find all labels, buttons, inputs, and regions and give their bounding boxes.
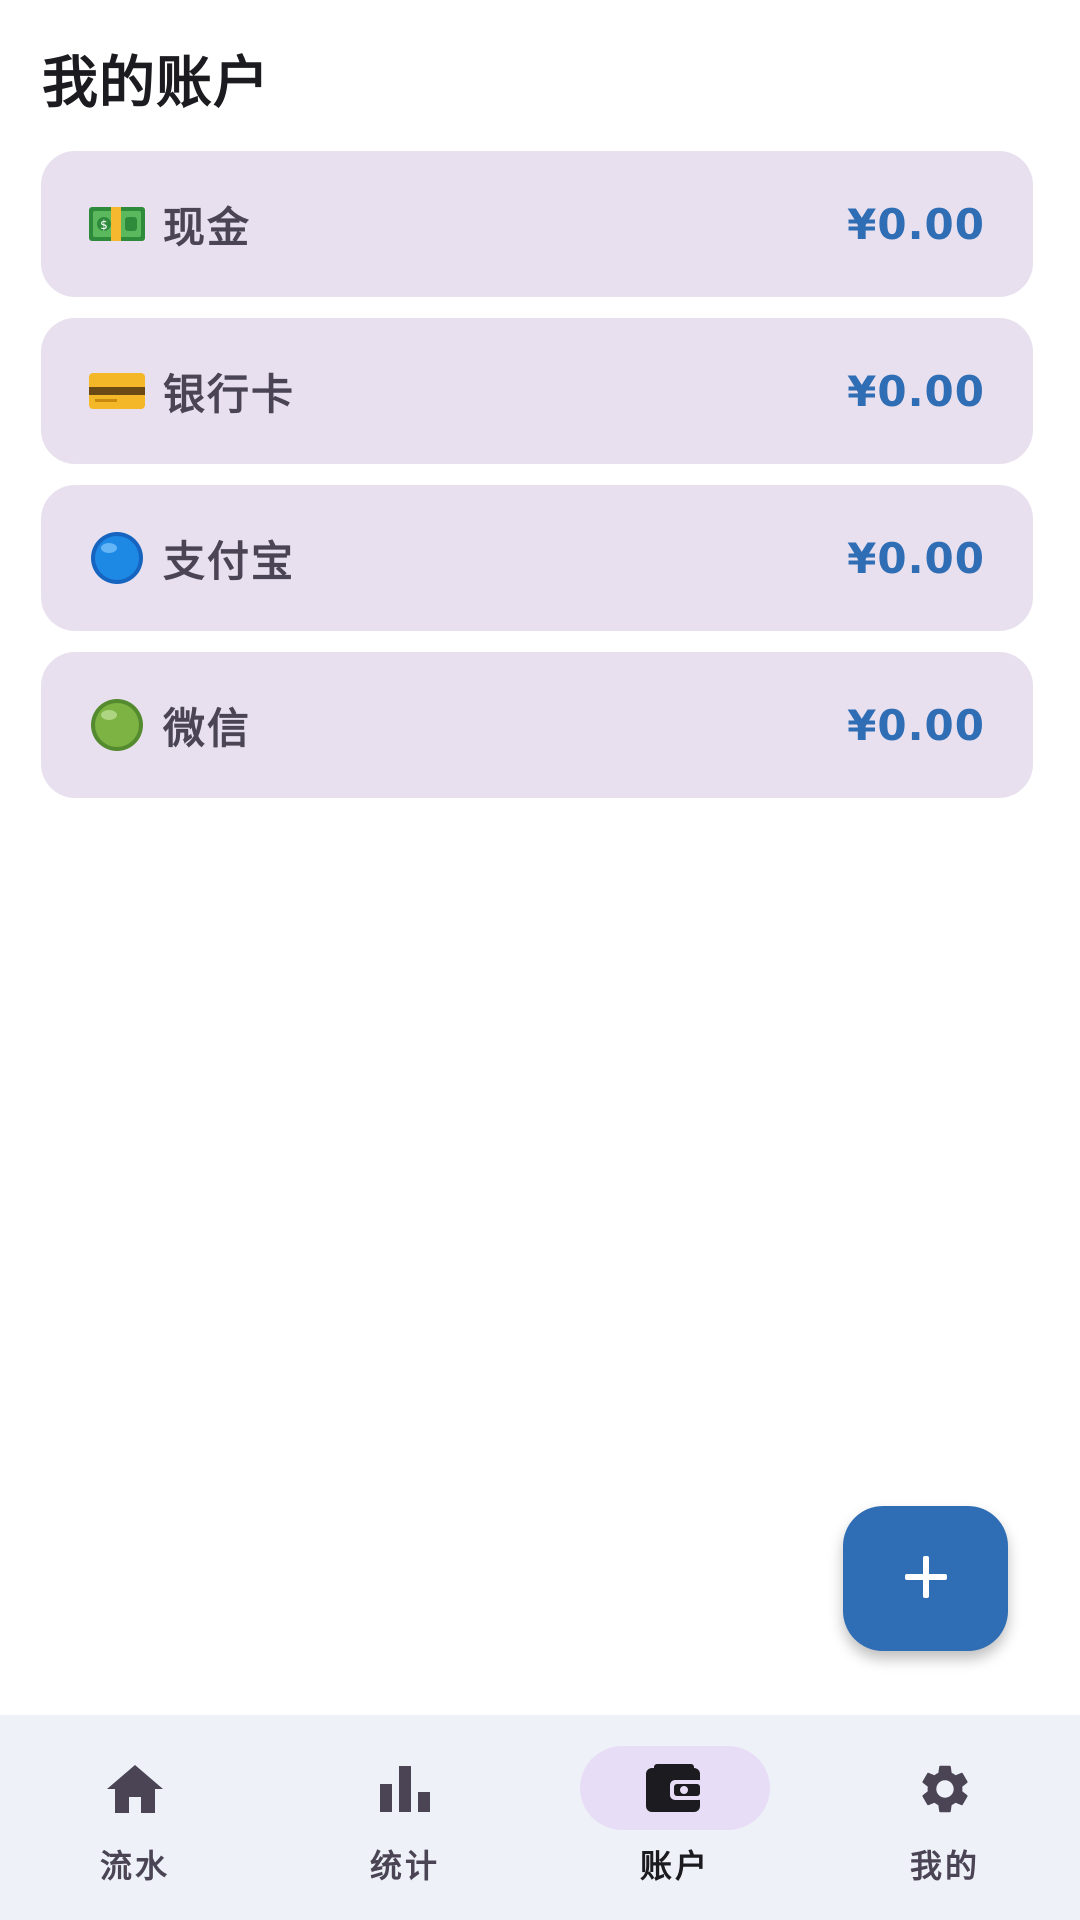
nav-label: 流水 [99, 1847, 170, 1885]
green-circle-icon [89, 697, 145, 753]
bottom-navigation: 流水 统计 账户 我的 [0, 1715, 1080, 1920]
nav-label: 账户 [639, 1847, 710, 1885]
account-card-wechat[interactable]: 微信 ¥0.00 [41, 652, 1033, 798]
account-name: 支付宝 [163, 536, 296, 586]
account-card-bank-card[interactable]: 银行卡 ¥0.00 [41, 318, 1033, 464]
nav-label: 统计 [369, 1847, 440, 1885]
page-title: 我的账户 [42, 51, 270, 116]
nav-item-statistics[interactable]: 统计 [270, 1715, 540, 1920]
account-name: 微信 [163, 703, 252, 753]
add-account-button[interactable] [843, 1506, 1008, 1651]
nav-label: 我的 [909, 1847, 980, 1885]
plus-icon [903, 1554, 949, 1604]
svg-text:$: $ [100, 218, 108, 232]
banknote-icon: $ [89, 196, 145, 252]
credit-card-icon [89, 363, 145, 419]
account-balance: ¥0.00 [847, 366, 985, 416]
nav-item-transactions[interactable]: 流水 [0, 1715, 270, 1920]
account-name: 现金 [163, 202, 252, 252]
gear-icon [915, 1759, 975, 1819]
blue-circle-icon [89, 530, 145, 586]
wallet-icon [645, 1759, 705, 1819]
nav-item-profile[interactable]: 我的 [810, 1715, 1080, 1920]
account-name: 银行卡 [163, 369, 296, 419]
account-balance: ¥0.00 [847, 533, 985, 583]
account-balance: ¥0.00 [847, 700, 985, 750]
account-card-alipay[interactable]: 支付宝 ¥0.00 [41, 485, 1033, 631]
account-balance: ¥0.00 [847, 199, 985, 249]
home-icon [105, 1759, 165, 1819]
account-card-cash[interactable]: $ 现金 ¥0.00 [41, 151, 1033, 297]
nav-item-accounts[interactable]: 账户 [540, 1715, 810, 1920]
accounts-screen: 我的账户 $ 现金 ¥0.00 银行卡 ¥0.00 支付宝 ¥0.00 微信 ¥… [0, 0, 1080, 1920]
bar-chart-icon [375, 1759, 435, 1819]
account-list: $ 现金 ¥0.00 银行卡 ¥0.00 支付宝 ¥0.00 微信 ¥0.00 [41, 151, 1033, 819]
